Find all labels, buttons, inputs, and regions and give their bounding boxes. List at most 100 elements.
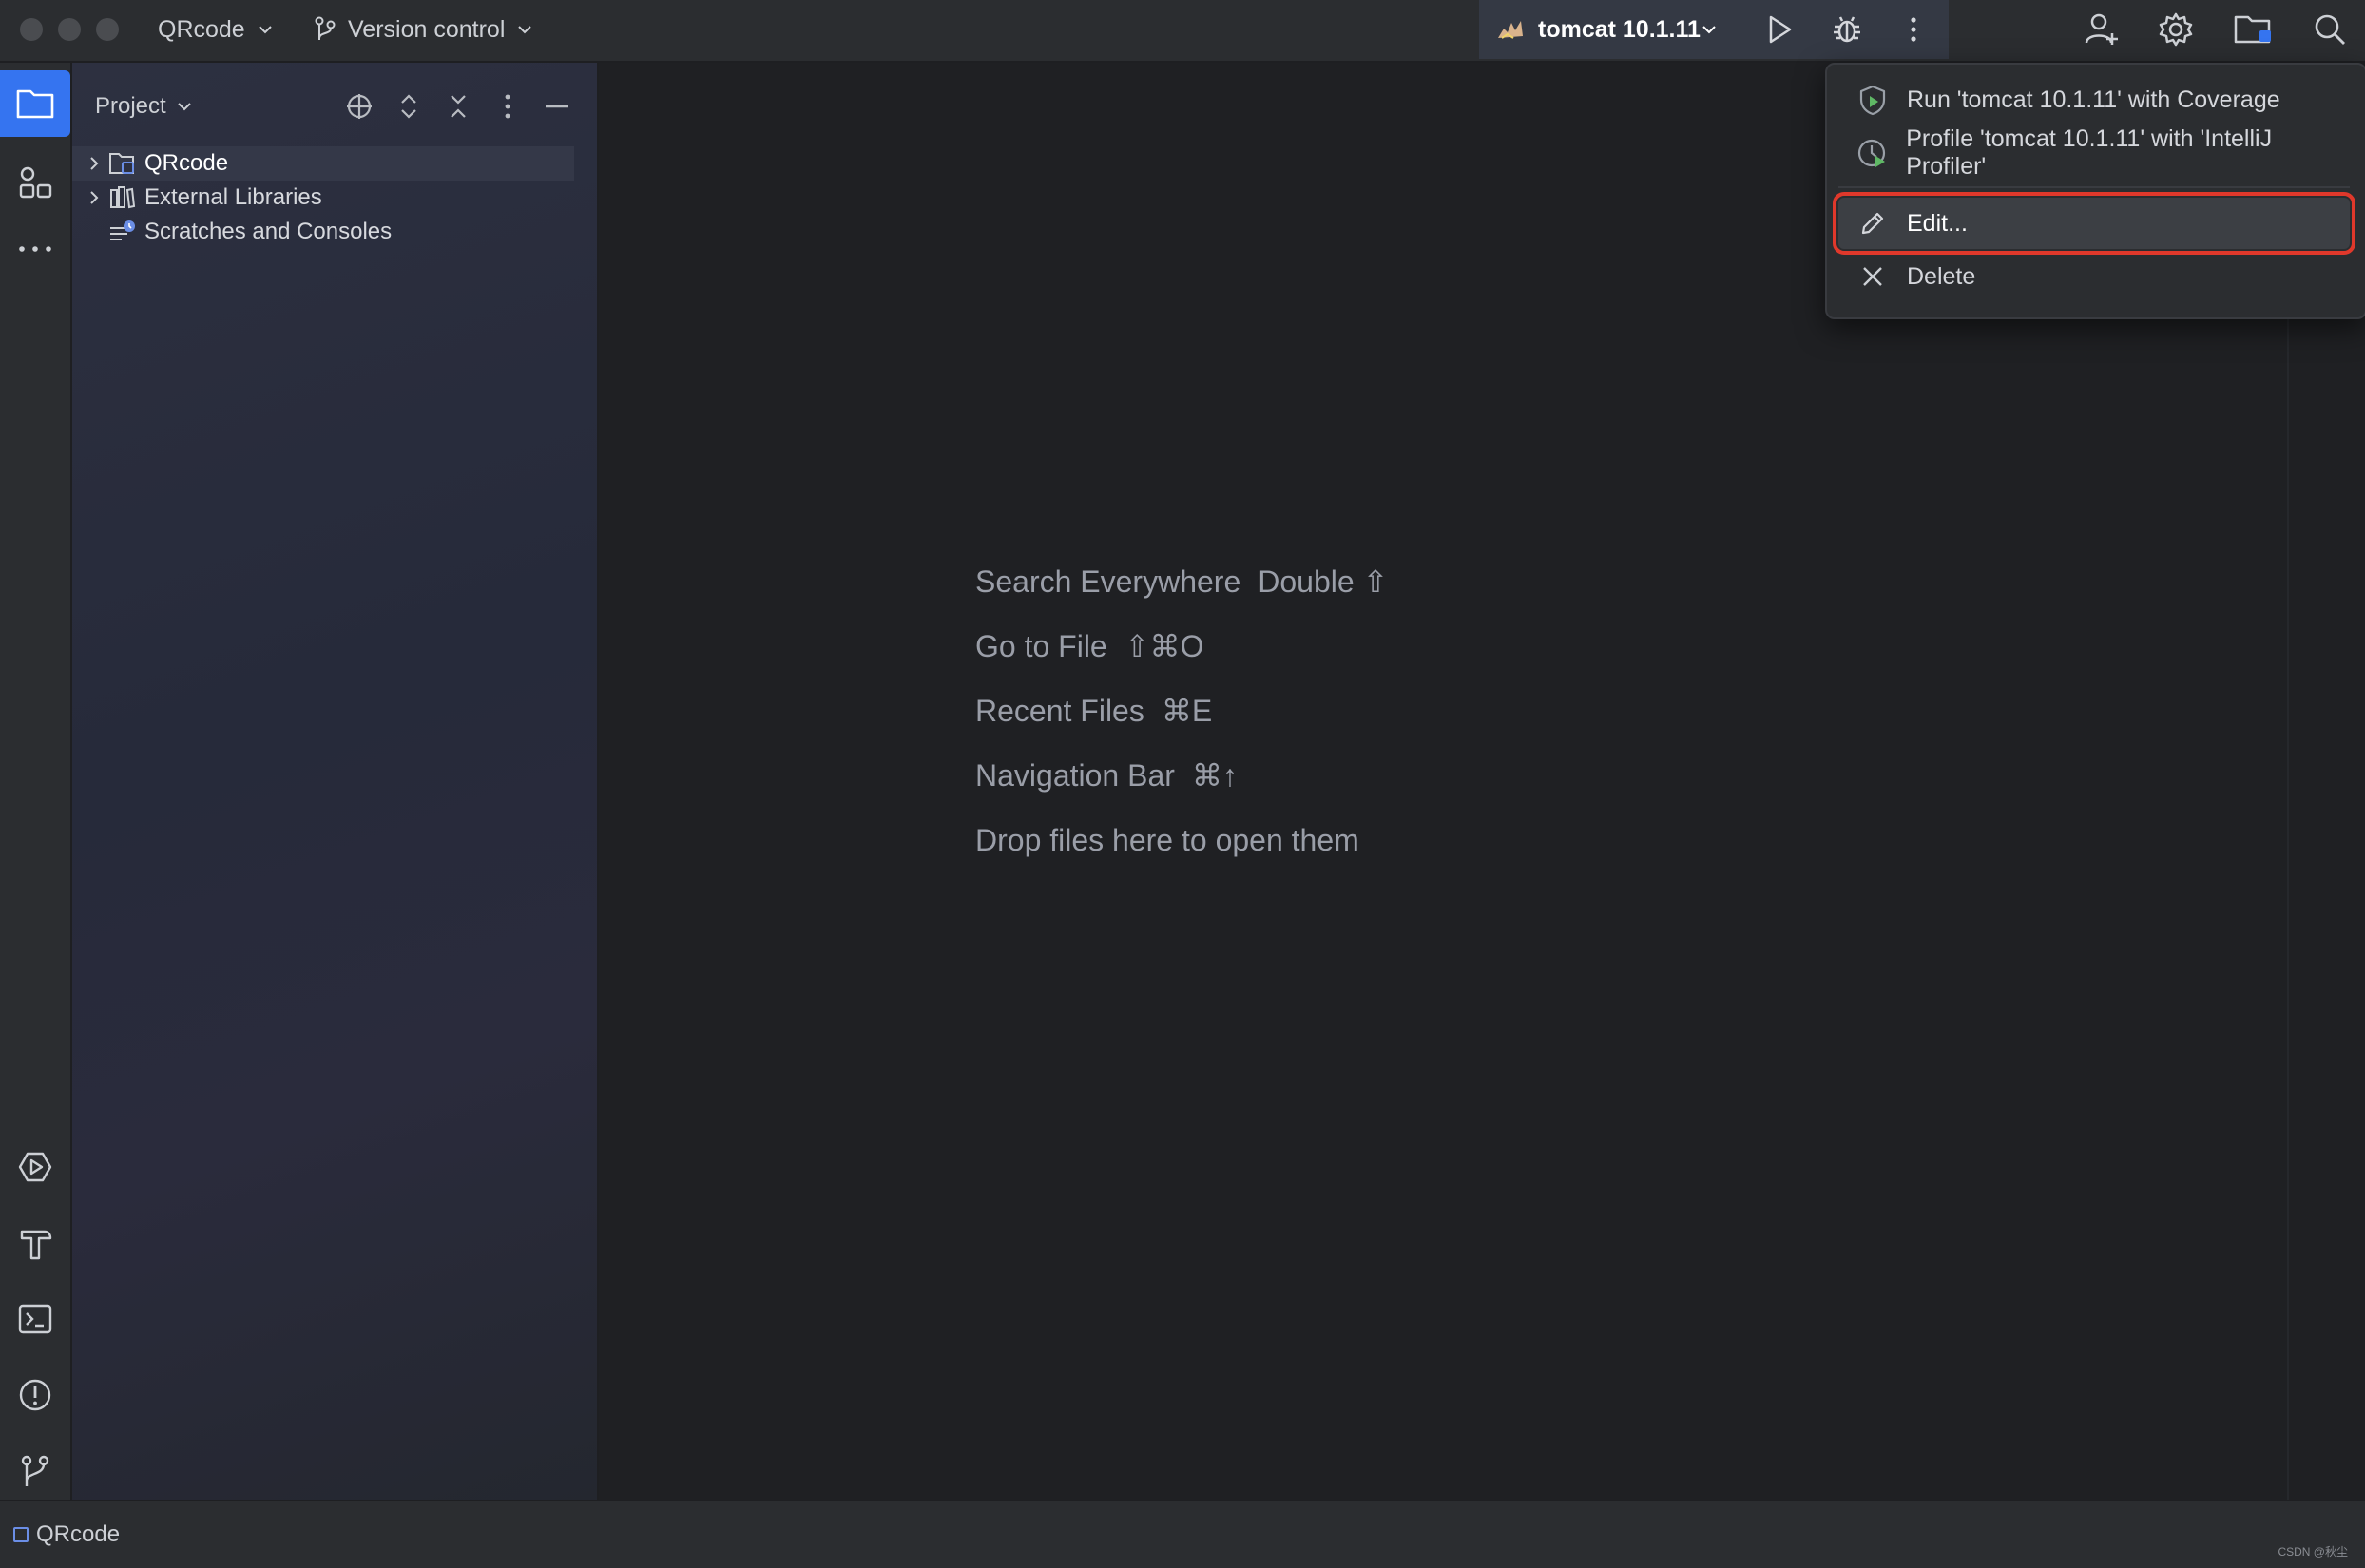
hammer-icon bbox=[20, 1230, 52, 1260]
bug-icon bbox=[1834, 16, 1860, 43]
tomcat-icon bbox=[1496, 17, 1525, 42]
status-project-label: QRcode bbox=[36, 1521, 121, 1547]
hint-drop-files: Drop files here to open them bbox=[975, 808, 1388, 872]
expand-icon bbox=[401, 94, 416, 119]
gear-icon bbox=[2159, 12, 2193, 47]
hint-search-everywhere: Search Everywhere Double ⇧ bbox=[975, 549, 1388, 614]
hint-label: Recent Files bbox=[975, 693, 1144, 728]
panel-options-button[interactable] bbox=[490, 89, 525, 124]
hint-shortcut: ⇧⌘O bbox=[1124, 629, 1204, 663]
crosshair-icon bbox=[347, 94, 372, 119]
git-tool-button[interactable] bbox=[0, 1443, 70, 1500]
more-actions-button[interactable] bbox=[1897, 13, 1930, 46]
chevron-right-icon[interactable] bbox=[80, 155, 108, 172]
terminal-tool-button[interactable] bbox=[0, 1291, 70, 1348]
services-tool-button[interactable] bbox=[0, 1138, 70, 1195]
hint-shortcut: Double ⇧ bbox=[1258, 564, 1389, 599]
collapse-icon bbox=[451, 95, 466, 118]
vcs-selector-label: Version control bbox=[348, 15, 506, 43]
pencil-icon bbox=[1854, 209, 1892, 238]
profiler-icon bbox=[1854, 137, 1891, 169]
structure-icon bbox=[19, 166, 52, 199]
vcs-selector[interactable]: Version control bbox=[314, 0, 533, 59]
hint-label: Drop files here to open them bbox=[975, 822, 1359, 857]
hint-navigation-bar: Navigation Bar ⌘↑ bbox=[975, 743, 1388, 808]
branch-icon bbox=[21, 1455, 49, 1486]
chevron-down-icon bbox=[516, 21, 533, 38]
status-bar: QRcode CSDN @秋尘 bbox=[0, 1500, 2365, 1568]
warning-circle-icon bbox=[19, 1379, 51, 1411]
run-configuration-selector[interactable]: tomcat 10.1.11 bbox=[1496, 0, 1718, 59]
menu-item-run-with-coverage[interactable]: Run 'tomcat 10.1.11' with Coverage bbox=[1838, 74, 2350, 125]
tree-item-external-libraries[interactable]: External Libraries bbox=[72, 181, 574, 215]
title-bar: QRcode Version control tomcat 10.1.11 bbox=[0, 0, 2365, 63]
status-project-breadcrumb[interactable]: QRcode bbox=[13, 1501, 120, 1568]
tree-item-qrcode[interactable]: QRcode bbox=[72, 146, 574, 181]
menu-item-edit[interactable]: Edit... bbox=[1833, 192, 2355, 255]
run-toolbar: tomcat 10.1.11 bbox=[1479, 0, 1949, 59]
window-minimize-button[interactable] bbox=[58, 18, 81, 41]
add-user-icon bbox=[2085, 13, 2118, 45]
project-tool-window: Project QRcode External Libraries Scratc… bbox=[72, 63, 599, 1500]
more-horizontal-icon bbox=[19, 246, 51, 252]
tree-item-label: QRcode bbox=[144, 150, 229, 176]
module-icon bbox=[13, 1527, 29, 1542]
editor-hints: Search Everywhere Double ⇧ Go to File ⇧⌘… bbox=[975, 549, 1388, 872]
menu-item-label: Profile 'tomcat 10.1.11' with 'IntelliJ … bbox=[1906, 125, 2273, 180]
build-tool-button[interactable] bbox=[0, 1214, 70, 1272]
chevron-right-icon[interactable] bbox=[80, 189, 108, 206]
folder-icon bbox=[16, 89, 54, 119]
folder-settings-icon bbox=[2234, 15, 2271, 44]
code-with-me-button[interactable] bbox=[2082, 10, 2122, 49]
search-button[interactable] bbox=[2310, 10, 2350, 49]
scratches-icon bbox=[108, 219, 137, 245]
project-tool-button[interactable] bbox=[0, 70, 70, 137]
chevron-down-icon bbox=[257, 21, 274, 38]
project-view-selector[interactable]: Project bbox=[95, 63, 193, 150]
chevron-down-icon bbox=[1701, 21, 1718, 38]
search-icon bbox=[2315, 14, 2345, 45]
menu-item-label: Run 'tomcat 10.1.11' with Coverage bbox=[1907, 86, 2280, 113]
project-panel-title: Project bbox=[95, 93, 166, 119]
project-selector[interactable]: QRcode bbox=[158, 0, 274, 59]
close-icon bbox=[1854, 264, 1892, 289]
run-button[interactable] bbox=[1762, 12, 1797, 47]
module-folder-icon bbox=[108, 150, 137, 177]
hint-recent-files: Recent Files ⌘E bbox=[975, 679, 1388, 743]
menu-item-label: Edit... bbox=[1907, 209, 1968, 237]
chevron-down-icon bbox=[176, 98, 193, 115]
hint-shortcut: ⌘E bbox=[1161, 694, 1213, 728]
more-tools-button[interactable] bbox=[0, 230, 70, 268]
structure-tool-button[interactable] bbox=[0, 154, 70, 211]
expand-all-button[interactable] bbox=[392, 89, 426, 124]
window-zoom-button[interactable] bbox=[96, 18, 119, 41]
run-configuration-popup: Run 'tomcat 10.1.11' with Coverage Profi… bbox=[1825, 63, 2365, 319]
settings-button[interactable] bbox=[2156, 10, 2196, 49]
more-vertical-icon bbox=[505, 94, 510, 119]
library-icon bbox=[108, 184, 137, 211]
more-vertical-icon bbox=[1911, 17, 1916, 42]
project-structure-button[interactable] bbox=[2232, 10, 2276, 49]
tree-item-scratches[interactable]: Scratches and Consoles bbox=[72, 215, 574, 249]
terminal-icon bbox=[18, 1304, 52, 1334]
window-close-button[interactable] bbox=[20, 18, 43, 41]
run-configuration-label: tomcat 10.1.11 bbox=[1538, 15, 1701, 43]
hint-label: Go to File bbox=[975, 628, 1107, 663]
menu-item-profile[interactable]: Profile 'tomcat 10.1.11' with 'IntelliJ … bbox=[1838, 125, 2350, 180]
collapse-all-button[interactable] bbox=[441, 89, 475, 124]
hint-label: Search Everywhere bbox=[975, 564, 1241, 599]
tree-item-label: Scratches and Consoles bbox=[144, 219, 393, 244]
menu-item-delete[interactable]: Delete bbox=[1838, 251, 2350, 302]
tree-item-label: External Libraries bbox=[144, 184, 322, 210]
debug-button[interactable] bbox=[1829, 11, 1865, 48]
minimize-icon bbox=[546, 105, 568, 108]
menu-item-label: Delete bbox=[1907, 262, 1976, 290]
branch-icon bbox=[314, 16, 336, 43]
hint-go-to-file: Go to File ⇧⌘O bbox=[975, 614, 1388, 679]
watermark: CSDN @秋尘 bbox=[2278, 1545, 2348, 1558]
hide-panel-button[interactable] bbox=[540, 89, 574, 124]
hint-label: Navigation Bar bbox=[975, 757, 1175, 793]
problems-tool-button[interactable] bbox=[0, 1367, 70, 1424]
project-selector-label: QRcode bbox=[158, 15, 245, 43]
locate-file-button[interactable] bbox=[342, 89, 376, 124]
